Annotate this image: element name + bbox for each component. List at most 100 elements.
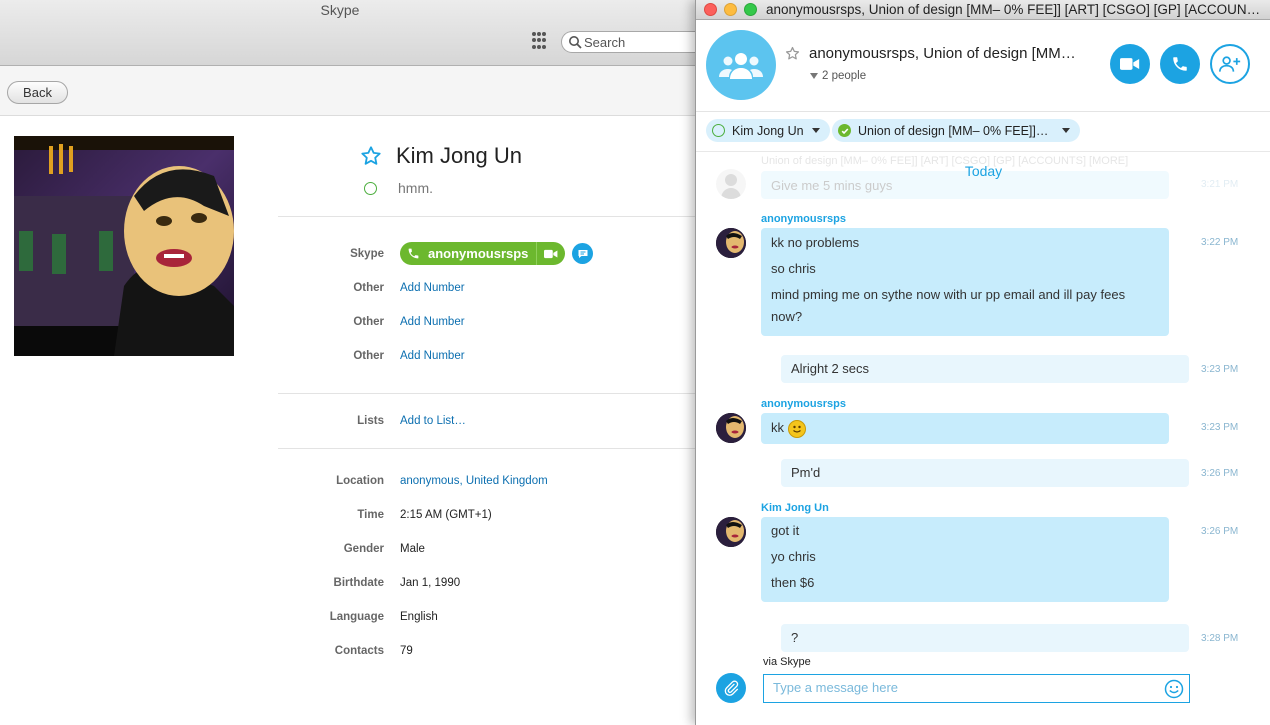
message-time: 3:26 PM	[1201, 526, 1239, 537]
message-text: kk no problems	[771, 235, 860, 250]
skype-call-pill[interactable]: anonymousrsps	[400, 242, 566, 265]
add-number-link-1[interactable]: Add Number	[400, 282, 465, 294]
message-text: got it	[771, 523, 800, 538]
people-count-toggle[interactable]: 2 people	[810, 70, 866, 82]
message-sender: anonymousrsps	[761, 213, 846, 225]
date-separator: Today	[964, 163, 1003, 179]
minimize-window-button[interactable]	[724, 3, 737, 16]
attach-button[interactable]	[716, 673, 746, 703]
message-text: then $6	[771, 575, 815, 590]
message-bubble-outgoing: Pm'd	[781, 459, 1189, 487]
video-icon	[1120, 58, 1140, 70]
message-time: 3:21 PM	[1201, 179, 1239, 190]
participant-pill-union[interactable]: Union of design [MM– 0% FEE]]…	[832, 119, 1081, 142]
message-input[interactable]	[773, 680, 1153, 695]
chat-window: anonymousrsps, Union of design [MM– 0% F…	[695, 0, 1270, 725]
dialpad-icon[interactable]	[532, 32, 547, 50]
online-check-icon	[838, 124, 851, 137]
smiley-emoticon	[787, 419, 806, 438]
add-people-button[interactable]	[1210, 44, 1250, 84]
message-bubble-outgoing: Alright 2 secs	[781, 355, 1189, 383]
location-value[interactable]: anonymous, United Kingdom	[400, 475, 548, 487]
main-window-title: Skype	[320, 2, 360, 18]
time-label: Time	[357, 509, 384, 521]
skype-field-label: Skype	[350, 248, 384, 260]
emoji-icon[interactable]	[1164, 679, 1184, 699]
message-bubble: kk no problems so chris mind pming me on…	[761, 228, 1169, 336]
chevron-down-icon	[1062, 128, 1071, 133]
search-icon	[569, 36, 582, 49]
other-label-2: Other	[353, 316, 384, 328]
language-value: English	[400, 611, 438, 623]
mood-row: hmm.	[364, 180, 433, 196]
message-bubble: got it yo chris then $6	[761, 517, 1169, 602]
contacts-label: Contacts	[334, 645, 384, 657]
status-ring-icon	[712, 124, 725, 137]
close-window-button[interactable]	[704, 3, 717, 16]
video-call-button[interactable]	[1110, 44, 1150, 84]
people-count: 2 people	[822, 70, 867, 82]
chat-window-title: anonymousrsps, Union of design [MM– 0% F…	[766, 2, 1261, 17]
message-text: kk	[771, 420, 784, 435]
chat-icon[interactable]	[572, 243, 593, 264]
message-text: Alright 2 secs	[791, 361, 870, 376]
back-button[interactable]: Back	[7, 81, 68, 104]
contacts-value: 79	[400, 645, 413, 657]
mood-message: hmm.	[398, 180, 433, 196]
message-time: 3:26 PM	[1201, 468, 1239, 479]
message-text: so chris	[771, 261, 816, 276]
gender-value: Male	[400, 543, 425, 555]
message-text: mind pming me on sythe now with ur pp em…	[771, 287, 1126, 324]
message-bubble-outgoing: ?	[781, 624, 1189, 652]
phone-icon	[1173, 57, 1187, 71]
status-ring-icon	[364, 181, 377, 195]
group-icon[interactable]	[706, 30, 776, 100]
birthdate-label: Birthdate	[333, 577, 384, 589]
participant-name: Kim Jong Un	[732, 123, 804, 138]
divider	[278, 448, 700, 449]
time-value: 2:15 AM (GMT+1)	[400, 509, 492, 521]
divider	[278, 393, 700, 394]
message-list[interactable]: Union of design [MM– 0% FEE]] [ART] [CSG…	[696, 153, 1270, 653]
conversation-header: anonymousrsps, Union of design [MM… 2 pe…	[696, 20, 1270, 112]
skype-main-window: Skype Back	[0, 0, 701, 725]
gender-label: Gender	[343, 543, 384, 555]
phone-icon[interactable]	[400, 247, 426, 260]
other-label-1: Other	[353, 282, 384, 294]
search-box[interactable]	[561, 31, 701, 53]
message-sender: anonymousrsps	[761, 398, 846, 410]
message-sender: Kim Jong Un	[761, 502, 829, 514]
participants-bar: Kim Jong Un Union of design [MM– 0% FEE]…	[696, 112, 1270, 152]
profile-name-row: Kim Jong Un	[360, 143, 522, 169]
add-to-list-link[interactable]: Add to List…	[400, 415, 466, 427]
lists-label: Lists	[357, 415, 384, 427]
divider	[278, 216, 700, 217]
message-time: 3:22 PM	[1201, 237, 1239, 248]
avatar	[716, 228, 746, 258]
message-compose-box[interactable]	[763, 674, 1190, 703]
chevron-down-icon	[810, 73, 818, 79]
profile-name: Kim Jong Un	[396, 143, 522, 168]
participant-name: Union of design [MM– 0% FEE]]…	[858, 123, 1049, 138]
chat-titlebar: anonymousrsps, Union of design [MM– 0% F…	[696, 0, 1270, 20]
message-time: 3:23 PM	[1201, 364, 1239, 375]
attach-icon	[724, 680, 739, 696]
via-skype-label: via Skype	[763, 656, 811, 668]
zoom-window-button[interactable]	[744, 3, 757, 16]
video-icon[interactable]	[537, 249, 565, 259]
language-label: Language	[329, 611, 384, 623]
participant-pill-kim[interactable]: Kim Jong Un	[706, 119, 830, 142]
add-number-link-3[interactable]: Add Number	[400, 350, 465, 362]
add-number-link-2[interactable]: Add Number	[400, 316, 465, 328]
search-input[interactable]	[584, 34, 684, 50]
star-icon[interactable]	[360, 145, 382, 167]
conversation-title: anonymousrsps, Union of design [MM…	[809, 45, 1076, 62]
skype-username[interactable]: anonymousrsps	[426, 242, 538, 265]
nav-bar: Back	[0, 66, 700, 116]
message-text: ?	[791, 630, 799, 645]
compose-area	[696, 670, 1270, 710]
message-time: 3:23 PM	[1201, 422, 1239, 433]
star-icon[interactable]	[785, 46, 800, 61]
audio-call-button[interactable]	[1160, 44, 1200, 84]
location-label: Location	[336, 475, 384, 487]
